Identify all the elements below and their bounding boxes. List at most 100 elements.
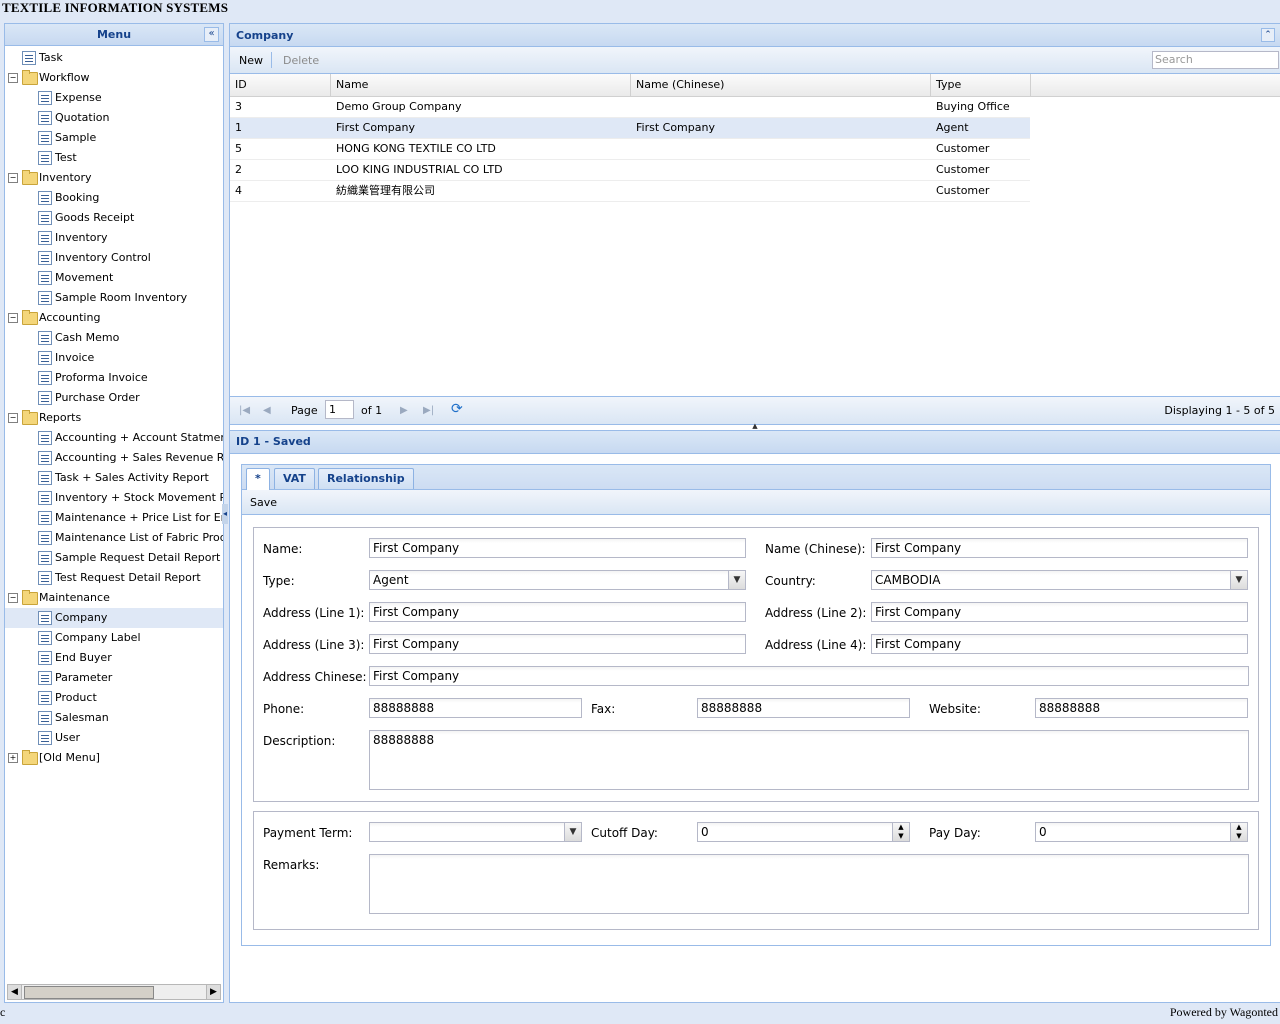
new-button[interactable]: New (239, 54, 263, 67)
tab-general[interactable]: * (246, 468, 270, 490)
name-field[interactable]: First Company (369, 538, 746, 558)
menu-item[interactable]: Expense (5, 88, 223, 108)
cell-name: Demo Group Company (336, 100, 462, 113)
menu-item[interactable]: Sample Request Detail Report (5, 548, 223, 568)
menu-item[interactable]: Inventory (5, 228, 223, 248)
refresh-icon[interactable]: ⟳ (451, 402, 465, 416)
scroll-right-icon[interactable]: ▶ (206, 985, 220, 999)
type-select[interactable]: Agent ▼ (369, 570, 746, 590)
menu-item[interactable]: Company (5, 608, 223, 628)
column-header-name[interactable]: Name (331, 74, 631, 96)
menu-item-label: Test Request Detail Report (55, 571, 201, 584)
collapse-up-icon[interactable]: ⌃ (1261, 28, 1275, 42)
menu-item[interactable]: Maintenance + Price List for End Buyer (5, 508, 223, 528)
name-chinese-label: Name (Chinese): (765, 542, 866, 556)
menu-item[interactable]: User (5, 728, 223, 748)
column-header-id[interactable]: ID (230, 74, 331, 96)
chevron-down-icon[interactable]: ▼ (728, 571, 745, 589)
prev-page-icon[interactable]: ◀ (263, 405, 271, 416)
pay-day-stepper[interactable]: 0 ▲ ▼ (1035, 822, 1248, 842)
fax-field[interactable]: 88888888 (697, 698, 910, 718)
column-header-name-chinese[interactable]: Name (Chinese) (631, 74, 931, 96)
menu-folder[interactable]: − Maintenance (5, 588, 223, 608)
page-number-input[interactable]: 1 (325, 400, 354, 419)
menu-item[interactable]: Cash Memo (5, 328, 223, 348)
collapse-toggle-icon[interactable]: − (8, 73, 18, 83)
column-header-type[interactable]: Type (931, 74, 1031, 96)
chevron-down-icon[interactable]: ▼ (1230, 571, 1247, 589)
menu-item[interactable]: Task + Sales Activity Report (5, 468, 223, 488)
collapse-toggle-icon[interactable]: − (8, 313, 18, 323)
phone-field[interactable]: 88888888 (369, 698, 582, 718)
folder-icon (22, 590, 38, 605)
table-row[interactable]: 2 LOO KING INDUSTRIAL CO LTD Customer (230, 160, 1030, 181)
chevron-down-icon[interactable]: ▼ (564, 823, 581, 841)
collapse-icon[interactable]: « (204, 27, 219, 42)
remarks-textarea[interactable] (369, 854, 1249, 914)
menu-item[interactable]: Test Request Detail Report (5, 568, 223, 588)
scroll-left-icon[interactable]: ◀ (8, 985, 22, 999)
address3-field[interactable]: First Company (369, 634, 746, 654)
splitter-collapse-icon[interactable]: ◂ (222, 504, 228, 524)
collapse-toggle-icon[interactable]: − (8, 173, 18, 183)
menu-item[interactable]: Proforma Invoice (5, 368, 223, 388)
menu-item[interactable]: Parameter (5, 668, 223, 688)
menu-folder[interactable]: − Reports (5, 408, 223, 428)
description-textarea[interactable]: 88888888 (369, 730, 1249, 790)
payment-term-select[interactable]: ▼ (369, 822, 582, 842)
menu-item[interactable]: Sample (5, 128, 223, 148)
address2-field[interactable]: First Company (871, 602, 1248, 622)
address4-field[interactable]: First Company (871, 634, 1248, 654)
table-row[interactable]: 4 紡織業管理有限公司 Customer (230, 181, 1030, 202)
menu-item[interactable]: Task (5, 48, 223, 68)
scrollbar-thumb[interactable] (24, 986, 154, 999)
first-page-icon[interactable]: |◀ (239, 405, 250, 416)
menu-item[interactable]: Maintenance List of Fabric Products (5, 528, 223, 548)
folder-icon (22, 170, 38, 185)
tab-vat[interactable]: VAT (274, 468, 315, 489)
menu-item[interactable]: Movement (5, 268, 223, 288)
menu-folder[interactable]: + [Old Menu] (5, 748, 223, 768)
menu-item[interactable]: End Buyer (5, 648, 223, 668)
menu-item[interactable]: Quotation (5, 108, 223, 128)
table-row[interactable]: 5 HONG KONG TEXTILE CO LTD Customer (230, 139, 1030, 160)
horizontal-scrollbar[interactable]: ◀ ▶ (7, 984, 221, 1000)
tab-relationship[interactable]: Relationship (318, 468, 414, 489)
split-handle-icon[interactable]: ▲ (740, 423, 770, 430)
menu-folder[interactable]: − Inventory (5, 168, 223, 188)
menu-item[interactable]: Test (5, 148, 223, 168)
expand-toggle-icon[interactable]: + (8, 753, 18, 763)
menu-item[interactable]: Goods Receipt (5, 208, 223, 228)
menu-title: Menu (96, 28, 132, 41)
menu-item[interactable]: Accounting + Sales Revenue Report (5, 448, 223, 468)
address1-field[interactable]: First Company (369, 602, 746, 622)
menu-item[interactable]: Invoice (5, 348, 223, 368)
next-page-icon[interactable]: ▶ (400, 405, 408, 416)
name-chinese-field[interactable]: First Company (871, 538, 1248, 558)
cutoff-day-stepper[interactable]: 0 ▲ ▼ (697, 822, 910, 842)
menu-item[interactable]: Product (5, 688, 223, 708)
menu-folder[interactable]: − Accounting (5, 308, 223, 328)
table-row[interactable]: 1 First Company First Company Agent (230, 118, 1030, 139)
save-button[interactable]: Save (250, 496, 277, 509)
spinner-icon[interactable]: ▲ ▼ (892, 823, 909, 841)
menu-folder[interactable]: − Workflow (5, 68, 223, 88)
menu-item[interactable]: Inventory + Stock Movement Report (5, 488, 223, 508)
menu-item[interactable]: Booking (5, 188, 223, 208)
website-field[interactable]: 88888888 (1035, 698, 1248, 718)
table-row[interactable]: 3 Demo Group Company Buying Office (230, 97, 1030, 118)
last-page-icon[interactable]: ▶| (423, 405, 434, 416)
menu-item[interactable]: Inventory Control (5, 248, 223, 268)
menu-item[interactable]: Accounting + Account Statment (5, 428, 223, 448)
spinner-icon[interactable]: ▲ ▼ (1230, 823, 1247, 841)
country-select[interactable]: CAMBODIA ▼ (871, 570, 1248, 590)
collapse-toggle-icon[interactable]: − (8, 413, 18, 423)
delete-button[interactable]: Delete (283, 54, 319, 67)
menu-item[interactable]: Company Label (5, 628, 223, 648)
menu-item[interactable]: Sample Room Inventory (5, 288, 223, 308)
menu-item[interactable]: Salesman (5, 708, 223, 728)
collapse-toggle-icon[interactable]: − (8, 593, 18, 603)
search-input[interactable]: Search (1152, 51, 1279, 69)
menu-item[interactable]: Purchase Order (5, 388, 223, 408)
address-chinese-field[interactable]: First Company (369, 666, 1249, 686)
